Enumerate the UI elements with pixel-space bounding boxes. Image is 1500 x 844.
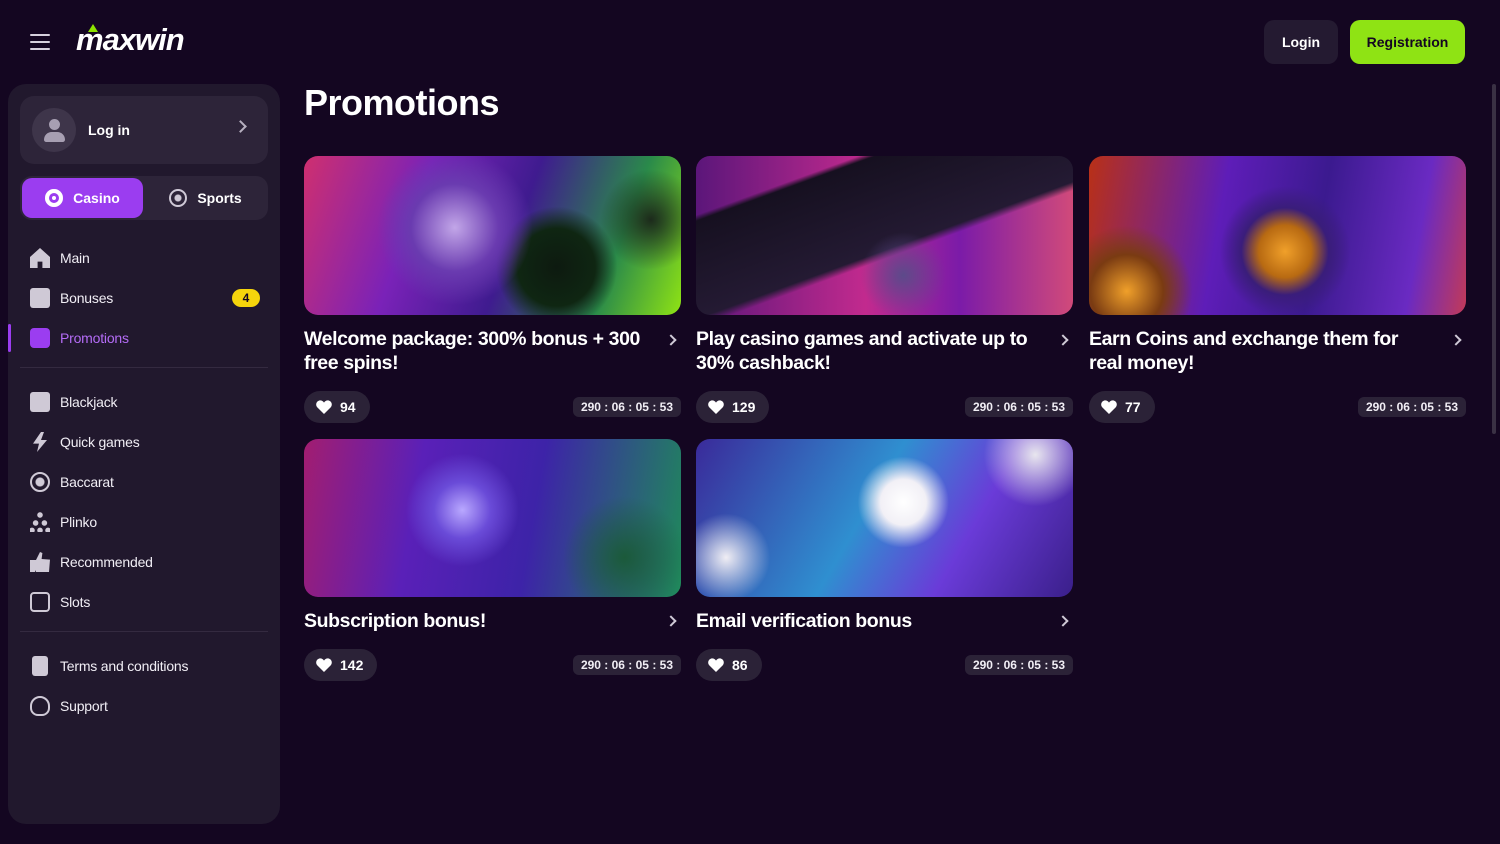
document-icon [32, 656, 48, 676]
heart-icon [316, 400, 332, 414]
thumbs-up-icon [30, 552, 50, 572]
heart-icon [1101, 400, 1117, 414]
blackjack-icon [30, 392, 50, 412]
chevron-right-icon[interactable] [1057, 334, 1069, 346]
promo-banner-image[interactable] [1089, 156, 1466, 315]
sidebar-item-plinko[interactable]: Plinko [8, 502, 280, 542]
promo-card[interactable]: Play casino games and activate up to 30%… [696, 156, 1073, 423]
promo-title: Welcome package: 300% bonus + 300 free s… [304, 328, 640, 374]
like-button[interactable]: 94 [304, 391, 370, 423]
divider [20, 631, 268, 632]
promo-banner-image[interactable] [304, 439, 681, 597]
sidebar-item-baccarat[interactable]: Baccarat [8, 462, 280, 502]
page-title: Promotions [304, 82, 500, 123]
promo-card[interactable]: Welcome package: 300% bonus + 300 free s… [304, 156, 681, 423]
headset-icon [30, 696, 50, 716]
like-count: 94 [340, 399, 356, 415]
promo-title: Play casino games and activate up to 30%… [696, 328, 1028, 374]
sidebar-item-bonuses[interactable]: Bonuses 4 [8, 278, 280, 318]
heart-icon [708, 658, 724, 672]
like-count: 129 [732, 399, 756, 415]
chevron-right-icon [234, 120, 247, 133]
tab-sports[interactable]: Sports [145, 178, 266, 218]
logo-arrow-icon [88, 24, 98, 32]
promo-banner-image[interactable] [696, 439, 1073, 597]
sidebar-item-label: Terms and conditions [60, 658, 189, 674]
countdown-timer: 290 : 06 : 05 : 53 [572, 397, 681, 417]
soccer-ball-icon [169, 189, 188, 207]
sidebar-item-label: Main [60, 250, 90, 266]
plinko-icon [30, 512, 50, 532]
like-count: 142 [340, 657, 364, 673]
chevron-right-icon[interactable] [665, 334, 677, 346]
sidebar-item-quick-games[interactable]: Quick games [8, 422, 280, 462]
sidebar-item-label: Quick games [60, 434, 140, 450]
like-button[interactable]: 142 [304, 649, 378, 681]
chevron-right-icon[interactable] [1057, 615, 1069, 627]
sidebar-item-slots[interactable]: Slots [8, 582, 280, 622]
chevron-right-icon[interactable] [665, 615, 677, 627]
slots-icon [30, 592, 50, 612]
like-button[interactable]: 86 [696, 649, 762, 681]
tab-casino-label: Casino [73, 190, 120, 206]
active-indicator [8, 324, 11, 352]
chevron-right-icon[interactable] [1450, 334, 1462, 346]
sidebar-item-label: Baccarat [60, 474, 114, 490]
lightning-icon [33, 432, 47, 452]
baccarat-icon [30, 472, 50, 492]
menu-icon[interactable] [30, 33, 50, 51]
sidebar-item-label: Plinko [60, 514, 97, 530]
home-icon [30, 248, 50, 268]
promo-card[interactable]: Subscription bonus! 142 290 : 06 : 05 : … [304, 439, 681, 681]
heart-icon [708, 400, 724, 414]
like-button[interactable]: 77 [1089, 391, 1155, 423]
casino-sports-switch: Casino Sports [20, 176, 268, 220]
casino-chip-icon [45, 189, 64, 207]
sidebar-item-terms[interactable]: Terms and conditions [8, 646, 280, 686]
sidebar-item-blackjack[interactable]: Blackjack [8, 382, 280, 422]
sidebar-item-label: Support [60, 698, 108, 714]
sidebar-login-card[interactable]: Log in [20, 96, 268, 164]
sidebar-login-label: Log in [88, 122, 130, 138]
sidebar-item-label: Recommended [60, 554, 153, 570]
promo-banner-image[interactable] [696, 156, 1073, 315]
gift-icon [30, 288, 50, 308]
like-count: 86 [732, 657, 748, 673]
countdown-timer: 290 : 06 : 05 : 53 [1357, 397, 1466, 417]
tab-sports-label: Sports [197, 190, 242, 206]
promo-banner-image[interactable] [304, 156, 681, 315]
tab-casino[interactable]: Casino [22, 178, 143, 218]
registration-button[interactable]: Registration [1350, 20, 1465, 64]
promo-title: Email verification bonus [696, 610, 912, 632]
promo-title: Earn Coins and exchange them for real mo… [1089, 328, 1399, 374]
user-avatar-icon [32, 108, 76, 152]
promo-card[interactable]: Earn Coins and exchange them for real mo… [1089, 156, 1466, 423]
sidebar: Log in Casino Sports Main Bonuses 4 Prom… [8, 84, 280, 824]
sidebar-item-main[interactable]: Main [8, 238, 280, 278]
promotions-icon [30, 328, 50, 348]
like-button[interactable]: 129 [696, 391, 770, 423]
like-count: 77 [1125, 399, 1141, 415]
sidebar-item-label: Slots [60, 594, 91, 610]
heart-icon [316, 658, 332, 672]
header: maxwin Login Registration [0, 0, 1500, 84]
promo-card[interactable]: Email verification bonus 86 290 : 06 : 0… [696, 439, 1073, 681]
sidebar-item-support[interactable]: Support [8, 686, 280, 726]
countdown-timer: 290 : 06 : 05 : 53 [572, 655, 681, 675]
login-button[interactable]: Login [1264, 20, 1338, 64]
page-scrollbar[interactable] [1492, 84, 1496, 434]
promo-title: Subscription bonus! [304, 610, 486, 632]
sidebar-item-recommended[interactable]: Recommended [8, 542, 280, 582]
sidebar-item-label: Promotions [60, 330, 129, 346]
countdown-timer: 290 : 06 : 05 : 53 [964, 397, 1073, 417]
sidebar-item-label: Bonuses [60, 290, 114, 306]
countdown-timer: 290 : 06 : 05 : 53 [964, 655, 1073, 675]
bonuses-count-badge: 4 [232, 289, 260, 307]
sidebar-item-label: Blackjack [60, 394, 118, 410]
sidebar-item-promotions[interactable]: Promotions [8, 318, 280, 358]
divider [20, 367, 268, 368]
